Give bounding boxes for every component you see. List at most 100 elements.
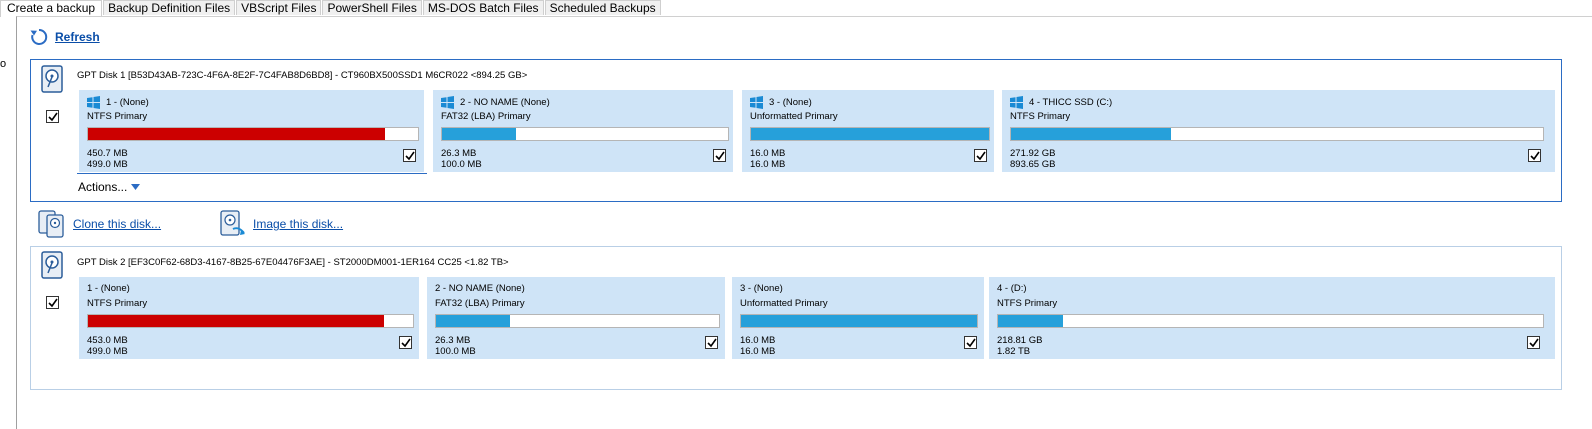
checkmark-icon <box>47 112 58 121</box>
partition-used: 16.0 MB <box>750 148 786 159</box>
disk-2-partition-4[interactable]: 4 - (D:) NTFS Primary 218.81 GB 1.82 TB <box>989 277 1555 359</box>
chevron-down-icon <box>131 184 141 190</box>
tab-backup-definition-files[interactable]: Backup Definition Files <box>103 0 236 15</box>
disk-2-title: GPT Disk 2 [EF3C0F62-68D3-4167-8B25-67E0… <box>77 257 509 268</box>
partition-filesystem: NTFS Primary <box>1010 111 1071 122</box>
partition-total: 499.0 MB <box>87 346 128 357</box>
partition-filesystem: FAT32 (LBA) Primary <box>441 111 531 122</box>
checkmark-icon <box>1528 338 1539 347</box>
partition-usage-fill <box>436 315 510 327</box>
partition-usage-bar <box>441 127 729 141</box>
image-disk-action[interactable]: Image this disk... <box>217 209 343 239</box>
partition-usage-bar <box>740 314 978 328</box>
windows-icon <box>750 96 763 109</box>
partition-total: 100.0 MB <box>441 159 482 170</box>
partition-usage-fill <box>88 128 385 140</box>
partition-usage-fill <box>741 315 977 327</box>
partition-usage-fill <box>88 315 384 327</box>
partition-title: 3 - (None) <box>740 283 783 294</box>
tab-create-a-backup[interactable]: Create a backup <box>0 0 103 17</box>
partition-usage-bar <box>435 314 720 328</box>
partition-total: 1.82 TB <box>997 346 1031 357</box>
partition-filesystem: NTFS Primary <box>87 298 148 309</box>
partition-filesystem: FAT32 (LBA) Primary <box>435 298 525 309</box>
partition-checkbox[interactable] <box>964 336 977 349</box>
partition-usage-fill <box>998 315 1064 327</box>
refresh-button[interactable]: Refresh <box>29 27 100 47</box>
main-panel: Refresh GPT Disk 1 [B53D43AB-723C-4F6A-8… <box>16 16 1592 429</box>
checkmark-icon <box>1529 151 1540 160</box>
checkmark-icon <box>714 151 725 160</box>
checkmark-icon <box>404 151 415 160</box>
tab-vbscript-files[interactable]: VBScript Files <box>236 0 322 15</box>
disk-2-partition-2[interactable]: 2 - NO NAME (None) FAT32 (LBA) Primary 2… <box>427 277 725 359</box>
partition-used: 271.92 GB <box>1010 148 1056 159</box>
checkmark-icon <box>965 338 976 347</box>
partition-used: 218.81 GB <box>997 335 1043 346</box>
image-disk-link[interactable]: Image this disk... <box>253 217 343 231</box>
partition-title: 2 - NO NAME (None) <box>435 283 525 294</box>
tab-scheduled-backups[interactable]: Scheduled Backups <box>544 0 661 15</box>
partition-title: 1 - (None) <box>87 283 130 294</box>
tab-msdos-batch-files[interactable]: MS-DOS Batch Files <box>422 0 544 15</box>
partition-usage-bar <box>87 314 414 328</box>
partition-title: 4 - (D:) <box>997 283 1027 294</box>
partition-total: 893.65 GB <box>1010 159 1056 170</box>
disk-1-partition-1[interactable]: 1 - (None) NTFS Primary 450.7 MB 499.0 M… <box>79 90 424 172</box>
partition-total: 100.0 MB <box>435 346 476 357</box>
disk-2-checkbox[interactable] <box>46 296 59 309</box>
partition-title: 3 - (None) <box>769 97 812 108</box>
refresh-icon <box>30 28 48 45</box>
partition-total: 16.0 MB <box>750 159 786 170</box>
tab-bar: Create a backup Backup Definition Files … <box>0 0 662 17</box>
disk-1-partition-3[interactable]: 3 - (None) Unformatted Primary 16.0 MB 1… <box>742 90 994 172</box>
actions-dropdown[interactable]: Actions... <box>78 180 141 194</box>
partition-checkbox[interactable] <box>403 149 416 162</box>
disk-1-title: GPT Disk 1 [B53D43AB-723C-4F6A-8E2F-7C4F… <box>77 70 528 81</box>
partition-filesystem: NTFS Primary <box>87 111 148 122</box>
partition-title: 1 - (None) <box>106 97 149 108</box>
partition-total: 16.0 MB <box>740 346 776 357</box>
partition-checkbox[interactable] <box>399 336 412 349</box>
partition-usage-bar <box>997 314 1544 328</box>
partition-used: 26.3 MB <box>441 148 477 159</box>
partition-checkbox[interactable] <box>705 336 718 349</box>
partition-usage-bar <box>1010 127 1544 141</box>
clone-disk-link[interactable]: Clone this disk... <box>73 217 161 231</box>
partition-title: 4 - THICC SSD (C:) <box>1029 97 1113 108</box>
partition-filesystem: NTFS Primary <box>997 298 1058 309</box>
partition-used: 26.3 MB <box>435 335 471 346</box>
tab-powershell-files[interactable]: PowerShell Files <box>322 0 422 15</box>
partition-total: 499.0 MB <box>87 159 128 170</box>
partition-usage-fill <box>1011 128 1171 140</box>
left-gutter-text: o <box>0 58 7 70</box>
disk-1-checkbox[interactable] <box>46 110 59 123</box>
disk-1-card[interactable]: GPT Disk 1 [B53D43AB-723C-4F6A-8E2F-7C4F… <box>30 59 1562 202</box>
checkmark-icon <box>706 338 717 347</box>
windows-icon <box>87 96 100 109</box>
partition-checkbox[interactable] <box>1527 336 1540 349</box>
image-disk-icon <box>220 210 245 236</box>
partition-usage-bar <box>87 127 419 141</box>
partition-title: 2 - NO NAME (None) <box>460 97 550 108</box>
actions-label: Actions... <box>78 180 128 194</box>
partition-checkbox[interactable] <box>1528 149 1541 162</box>
partition-divider <box>77 173 427 174</box>
disk-1-partition-4[interactable]: 4 - THICC SSD (C:) NTFS Primary 271.92 G… <box>1002 90 1555 172</box>
partition-used: 453.0 MB <box>87 335 128 346</box>
disk-2-card[interactable]: GPT Disk 2 [EF3C0F62-68D3-4167-8B25-67E0… <box>30 246 1562 390</box>
partition-used: 450.7 MB <box>87 148 128 159</box>
clone-disk-icon <box>38 210 64 238</box>
partition-usage-bar <box>750 127 990 141</box>
disk-2-partition-1[interactable]: 1 - (None) NTFS Primary 453.0 MB 499.0 M… <box>79 277 419 359</box>
partition-used: 16.0 MB <box>740 335 776 346</box>
checkmark-icon <box>47 298 58 307</box>
partition-checkbox[interactable] <box>974 149 987 162</box>
hard-disk-icon <box>41 251 63 279</box>
checkmark-icon <box>400 338 411 347</box>
clone-disk-action[interactable]: Clone this disk... <box>37 209 161 239</box>
partition-checkbox[interactable] <box>713 149 726 162</box>
disk-1-partition-2[interactable]: 2 - NO NAME (None) FAT32 (LBA) Primary 2… <box>433 90 733 172</box>
refresh-link[interactable]: Refresh <box>55 30 100 44</box>
disk-2-partition-3[interactable]: 3 - (None) Unformatted Primary 16.0 MB 1… <box>732 277 984 359</box>
